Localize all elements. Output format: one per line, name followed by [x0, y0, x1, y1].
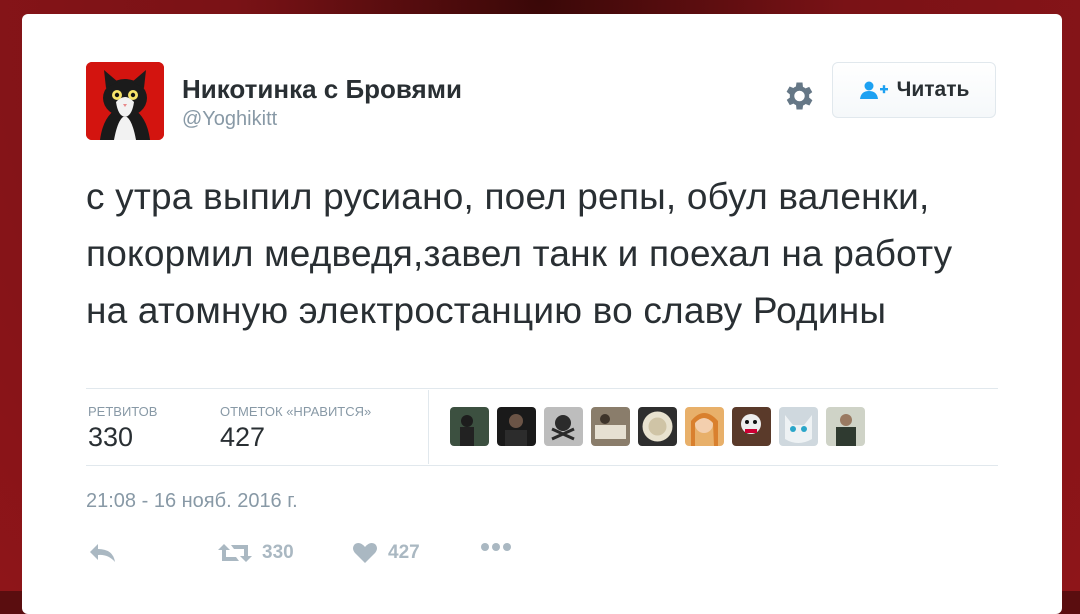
user-handle[interactable]: @Yoghikitt [182, 108, 277, 131]
liker-avatar[interactable] [591, 407, 630, 446]
user-avatar[interactable] [86, 62, 164, 140]
retweet-count: 330 [262, 542, 294, 563]
heart-icon [353, 543, 377, 563]
like-count: 427 [388, 542, 420, 563]
retweets-count[interactable]: 330 [88, 422, 133, 453]
reply-button[interactable] [88, 542, 118, 564]
tweet-timestamp[interactable]: 21:08 - 16 нояб. 2016 г. [86, 490, 298, 513]
liker-avatar[interactable] [685, 407, 724, 446]
stats-vertical-divider [428, 390, 429, 464]
liker-avatar[interactable] [732, 407, 771, 446]
tweet-text: с утра выпил русиано, поел репы, обул ва… [86, 176, 953, 331]
reply-icon [90, 544, 115, 562]
add-user-icon [859, 81, 888, 99]
follow-button-label: Читать [896, 78, 970, 101]
retweets-label: РЕТВИТОВ [88, 404, 158, 419]
stats-bottom-divider [86, 465, 998, 466]
follow-button[interactable]: Читать [832, 62, 996, 118]
tweet-card: Никотинка с Бровями @Yoghikitt Читать с … [22, 14, 1062, 614]
user-display-name[interactable]: Никотинка с Бровями [182, 74, 462, 105]
likes-count[interactable]: 427 [220, 422, 265, 453]
retweet-button[interactable]: 330 [218, 542, 294, 564]
more-dots-icon [481, 543, 511, 551]
liker-avatar[interactable] [638, 407, 677, 446]
liker-avatar[interactable] [826, 407, 865, 446]
liker-avatar[interactable] [544, 407, 583, 446]
liker-avatar[interactable] [450, 407, 489, 446]
like-button[interactable]: 427 [352, 542, 420, 564]
liker-avatar[interactable] [779, 407, 818, 446]
gear-icon[interactable] [780, 78, 816, 114]
likers-avatars [450, 407, 865, 446]
more-button[interactable] [480, 542, 512, 552]
retweet-icon [218, 544, 252, 562]
stats-top-divider [86, 388, 998, 389]
liker-avatar[interactable] [497, 407, 536, 446]
likes-label: ОТМЕТОК «НРАВИТСЯ» [220, 404, 372, 419]
cat-avatar-image [86, 62, 164, 140]
